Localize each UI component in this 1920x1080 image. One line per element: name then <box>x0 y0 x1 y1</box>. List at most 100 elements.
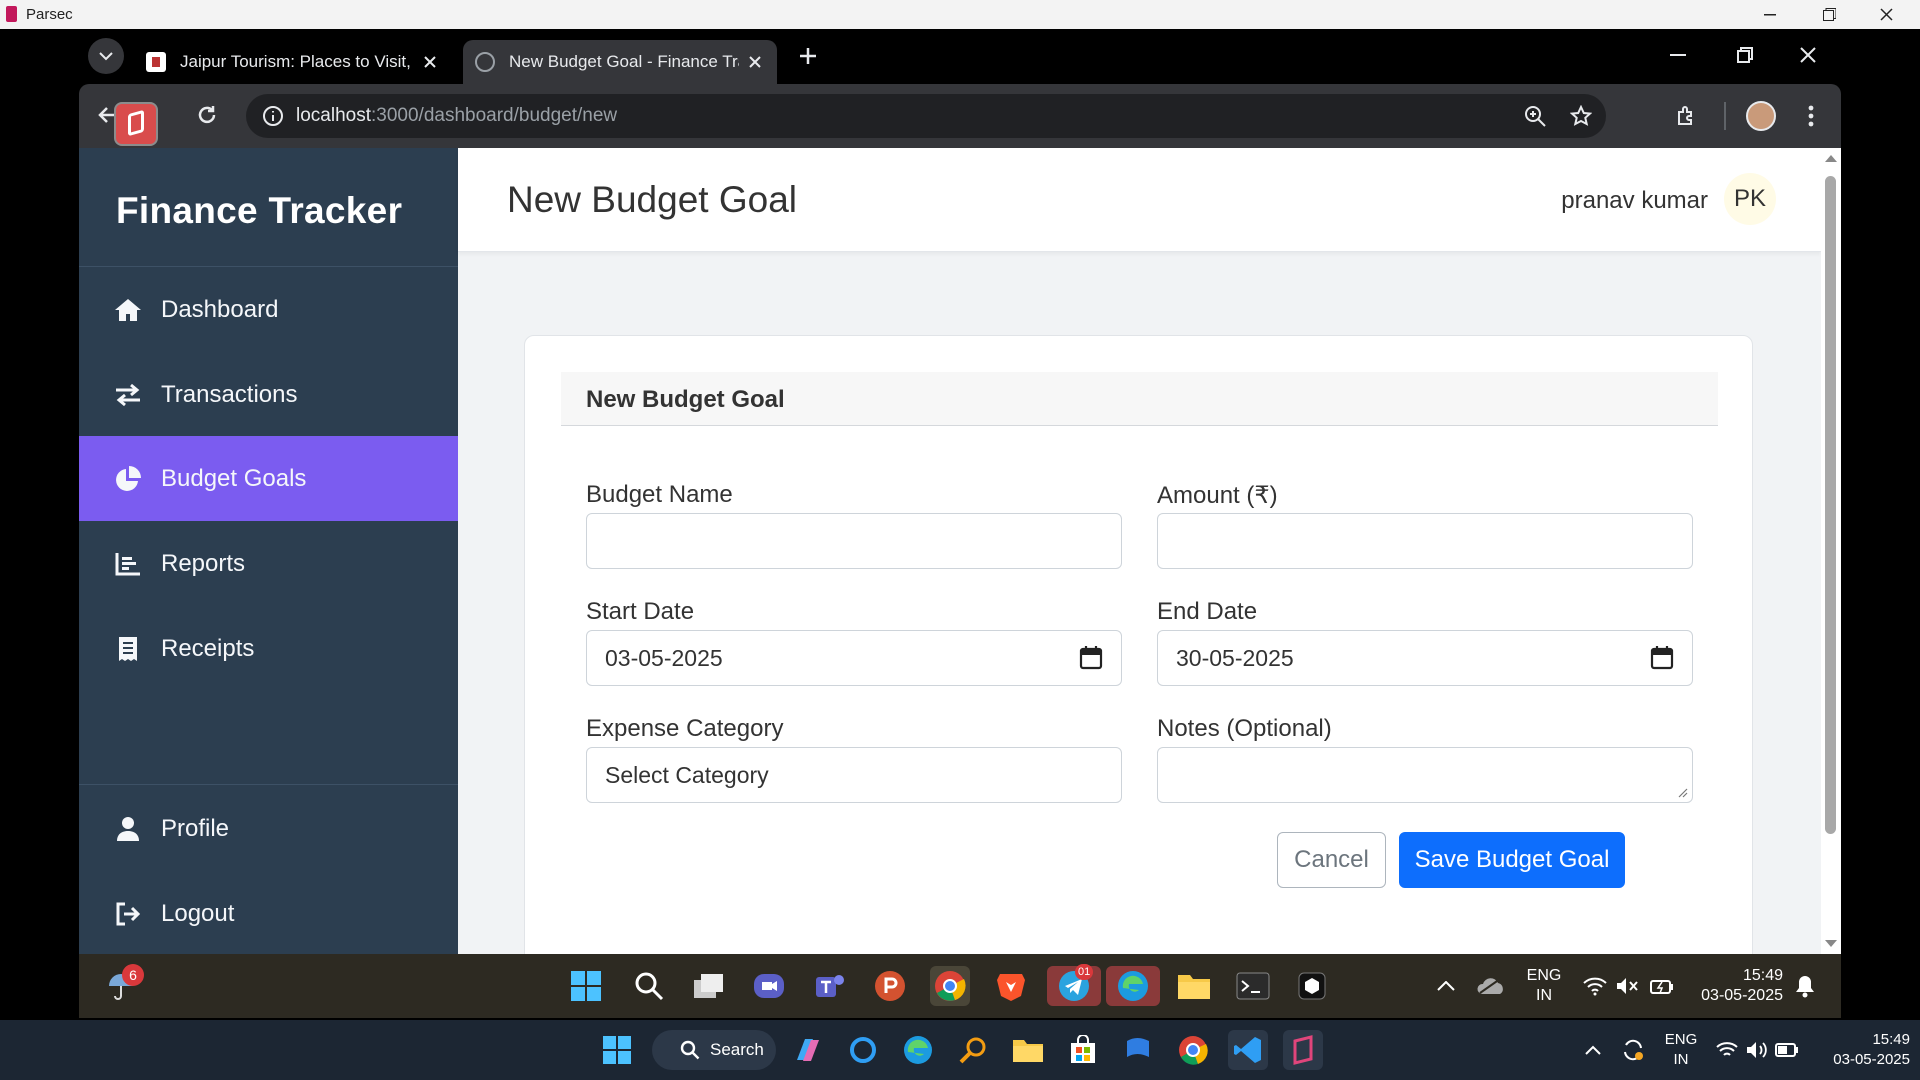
terminal-icon[interactable] <box>1233 966 1273 1006</box>
tab-search-button[interactable] <box>88 38 124 74</box>
sidebar-item-budget-goals[interactable]: Budget Goals <box>79 436 458 521</box>
reload-button[interactable] <box>196 104 218 126</box>
weather-badge: 6 <box>122 964 144 986</box>
notification-bell-icon[interactable] <box>1785 966 1825 1006</box>
brave-icon[interactable] <box>991 966 1031 1006</box>
start-icon[interactable] <box>566 966 606 1006</box>
chrome-close-button[interactable] <box>1800 47 1816 63</box>
sidebar-item-label: Reports <box>161 549 246 577</box>
sidebar-item-dashboard[interactable]: Dashboard <box>79 267 458 352</box>
store-icon[interactable] <box>1063 1030 1103 1070</box>
parsec-overlay-icon[interactable] <box>116 104 156 144</box>
parsec-restore-button[interactable] <box>1801 0 1857 29</box>
flag-app-icon[interactable] <box>1118 1030 1158 1070</box>
search-app-icon[interactable] <box>953 1030 993 1070</box>
expense-category-select[interactable]: Select Category <box>586 747 1122 803</box>
extensions-icon[interactable] <box>1675 104 1699 128</box>
tab-new-budget-goal[interactable]: New Budget Goal - Finance Tra <box>463 40 777 84</box>
copilot-icon[interactable] <box>788 1030 828 1070</box>
meet-chat-icon[interactable] <box>749 966 789 1006</box>
parsec-close-button[interactable] <box>1858 0 1914 29</box>
chrome-icon[interactable] <box>930 966 970 1006</box>
notes-label: Notes (Optional) <box>1157 715 1332 742</box>
app-cube-icon[interactable] <box>1292 966 1332 1006</box>
calendar-icon[interactable] <box>1079 645 1103 671</box>
tab-title: Jaipur Tourism: Places to Visit, S <box>180 52 410 71</box>
local-taskbar: Search ENG IN 15:49 03-05-2025 <box>0 1020 1920 1080</box>
app-viewport: Finance Tracker Dashboard Transactions B… <box>79 148 1841 954</box>
zoom-icon[interactable] <box>1524 105 1546 127</box>
avatar[interactable]: PK <box>1724 173 1776 225</box>
sidebar-item-receipts[interactable]: Receipts <box>79 606 458 691</box>
sidebar-item-reports[interactable]: Reports <box>79 521 458 606</box>
local-clock[interactable]: 15:49 03-05-2025 <box>1805 1030 1910 1070</box>
cancel-button[interactable]: Cancel <box>1277 832 1386 888</box>
sidebar-item-logout[interactable]: Logout <box>79 871 458 954</box>
chevron-up-icon[interactable] <box>1573 1030 1613 1070</box>
search-icon <box>680 1040 700 1060</box>
onedrive-icon[interactable] <box>1471 966 1511 1006</box>
teams-icon[interactable] <box>810 966 850 1006</box>
volume-muted-icon[interactable] <box>1607 966 1647 1006</box>
close-tab-icon[interactable] <box>424 56 436 68</box>
sidebar-item-label: Profile <box>161 814 230 842</box>
chrome-minimize-button[interactable] <box>1670 54 1686 56</box>
budget-name-input[interactable] <box>586 513 1122 569</box>
battery-icon[interactable] <box>1642 966 1682 1006</box>
start-icon[interactable] <box>597 1030 637 1070</box>
chrome-restore-button[interactable] <box>1737 47 1753 63</box>
sidebar-item-profile[interactable]: Profile <box>79 786 458 871</box>
budget-name-label: Budget Name <box>586 481 733 508</box>
brand-title: Finance Tracker <box>116 190 403 231</box>
site-info-icon[interactable] <box>262 105 284 127</box>
site-favicon-icon <box>146 52 166 72</box>
sync-icon[interactable] <box>1613 1030 1653 1070</box>
scroll-up-icon[interactable] <box>1825 154 1837 162</box>
scrollbar-thumb[interactable] <box>1825 176 1836 834</box>
file-explorer-icon[interactable] <box>1174 966 1214 1006</box>
profile-avatar-icon[interactable] <box>1746 101 1776 131</box>
notes-textarea[interactable] <box>1157 747 1693 803</box>
vscode-icon[interactable] <box>1228 1030 1268 1070</box>
new-tab-button[interactable] <box>796 44 820 68</box>
battery-icon[interactable] <box>1767 1030 1807 1070</box>
transfer-icon <box>113 380 143 410</box>
end-date-value: 30-05-2025 <box>1176 645 1294 671</box>
language-indicator[interactable]: ENG IN <box>1519 966 1569 1006</box>
parsec-minimize-button[interactable] <box>1742 0 1798 29</box>
home-icon <box>113 295 143 325</box>
sidebar-item-label: Logout <box>161 899 235 927</box>
edge-icon[interactable] <box>1106 966 1160 1006</box>
taskbar-search-box[interactable]: Search <box>652 1030 776 1070</box>
remote-clock[interactable]: 15:49 03-05-2025 <box>1683 966 1783 1006</box>
resize-grip-icon[interactable] <box>1678 788 1688 798</box>
remote-taskbar: 6 01 ENG IN 15:49 03-05-2025 <box>79 954 1841 1018</box>
calendar-icon[interactable] <box>1650 645 1674 671</box>
start-date-input[interactable]: 03-05-2025 <box>586 630 1122 686</box>
browser-toolbar: localhost:3000/dashboard/budget/new <box>79 84 1841 148</box>
scroll-down-icon[interactable] <box>1825 940 1837 948</box>
url-text: localhost:3000/dashboard/budget/new <box>296 105 618 126</box>
cortana-ring-icon[interactable] <box>843 1030 883 1070</box>
file-explorer-icon[interactable] <box>1008 1030 1048 1070</box>
language-indicator[interactable]: ENG IN <box>1655 1030 1707 1070</box>
more-menu-icon[interactable] <box>1808 105 1814 127</box>
parsec-icon[interactable] <box>1283 1030 1323 1070</box>
address-bar[interactable]: localhost:3000/dashboard/budget/new <box>246 94 1606 138</box>
powerpoint-icon[interactable] <box>870 966 910 1006</box>
sidebar-item-transactions[interactable]: Transactions <box>79 352 458 437</box>
tab-jaipur-tourism[interactable]: Jaipur Tourism: Places to Visit, S <box>136 40 456 84</box>
expense-category-label: Expense Category <box>586 715 784 742</box>
bookmark-star-icon[interactable] <box>1570 105 1592 127</box>
amount-input[interactable] <box>1157 513 1693 569</box>
task-view-icon[interactable] <box>689 966 729 1006</box>
search-icon[interactable] <box>629 966 669 1006</box>
chevron-up-icon[interactable] <box>1426 966 1466 1006</box>
end-date-input[interactable]: 30-05-2025 <box>1157 630 1693 686</box>
chevron-down-icon <box>99 51 113 60</box>
scrollbar[interactable] <box>1821 148 1841 954</box>
edge-icon[interactable] <box>898 1030 938 1070</box>
close-tab-icon[interactable] <box>749 56 761 68</box>
save-budget-goal-button[interactable]: Save Budget Goal <box>1399 832 1625 888</box>
chrome-icon[interactable] <box>1173 1030 1213 1070</box>
